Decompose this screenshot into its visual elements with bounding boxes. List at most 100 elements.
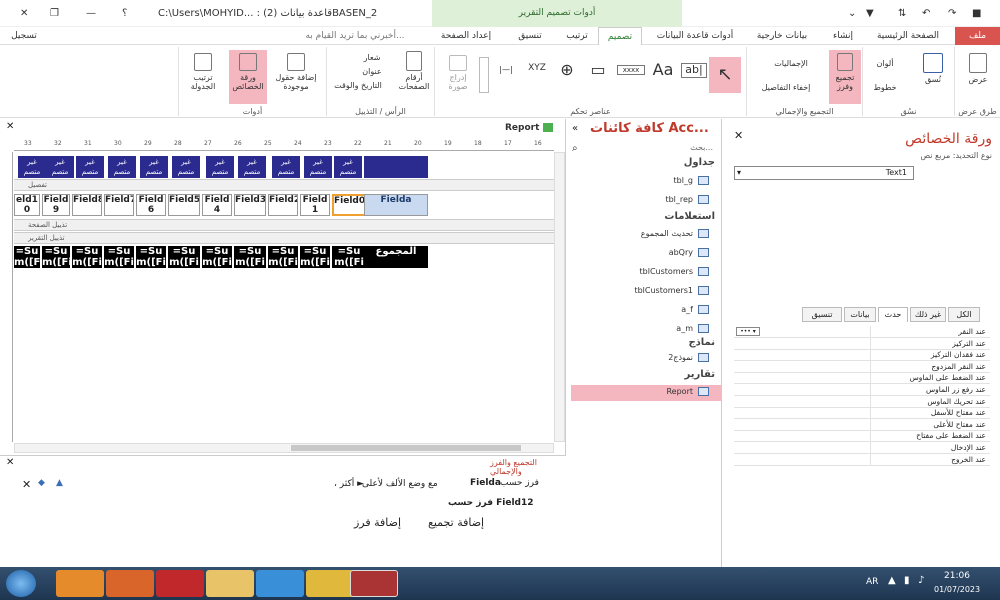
property-tab[interactable]: بيانات: [844, 307, 876, 322]
nav-item[interactable]: a_f: [681, 305, 709, 314]
horizontal-scrollbar[interactable]: [14, 443, 554, 453]
detail-textbox[interactable]: Field 6: [136, 194, 166, 216]
header-label-cell[interactable]: غير متصم: [272, 156, 300, 178]
button-control-button[interactable]: xxxx: [617, 65, 645, 76]
label-control-button[interactable]: Aa: [649, 60, 677, 79]
property-row[interactable]: عند التركيز: [734, 337, 990, 350]
move-up-icon[interactable]: ▲: [56, 478, 63, 488]
detail-textbox[interactable]: Field7: [104, 194, 134, 216]
fonts-button[interactable]: خطوط: [867, 83, 903, 92]
nav-item[interactable]: Report: [666, 387, 709, 396]
header-label-cell[interactable]: غير متصم: [76, 156, 104, 178]
nav-item[interactable]: a_m: [676, 324, 709, 333]
header-label-cell[interactable]: غير متصم: [334, 156, 362, 178]
property-row[interactable]: عند الخروج: [734, 453, 990, 466]
sort-field-dropdown[interactable]: Fielda: [470, 478, 501, 488]
page-numbers-button[interactable]: أرقام الصفحات: [395, 51, 433, 91]
nav-item[interactable]: tblCustomers1: [634, 286, 709, 295]
nav-section-queries[interactable]: استعلامات: [664, 211, 715, 222]
nav-section-tables[interactable]: جداول: [684, 157, 715, 168]
property-row[interactable]: عند فقدان التركيز: [734, 349, 990, 362]
hide-details-button[interactable]: إخفاء التفاصيل: [751, 83, 821, 92]
detail-section-bar[interactable]: تفصيل: [14, 179, 554, 191]
sum-textbox[interactable]: =Su m([Fi: [104, 246, 134, 268]
sort-order-dropdown[interactable]: مع وضع الألف لأعلى: [362, 479, 438, 489]
firefox-icon[interactable]: [106, 570, 154, 597]
tab-design[interactable]: تصميم: [598, 27, 642, 45]
filter-icon[interactable]: ▼: [866, 0, 874, 27]
insert-image-button[interactable]: إدراج صورة: [441, 55, 475, 91]
header-label-cell[interactable]: غير متصم: [140, 156, 168, 178]
close-property-sheet-icon[interactable]: ✕: [734, 129, 743, 142]
more-options-link[interactable]: ، أكثر ►: [334, 479, 364, 489]
minimize-icon[interactable]: —: [86, 0, 96, 27]
tab-format[interactable]: تنسيق: [510, 27, 550, 45]
property-row[interactable]: عند النقر ••• ▾: [734, 326, 990, 338]
save-icon[interactable]: ■: [972, 0, 981, 27]
header-label-cell[interactable]: غير متصم: [304, 156, 332, 178]
property-row[interactable]: عند مفتاح للأعلى: [734, 418, 990, 431]
chart-control-button[interactable]: XYZ: [525, 63, 549, 73]
help-icon[interactable]: ؟: [122, 0, 127, 27]
property-row[interactable]: عند مفتاح للأسفل: [734, 407, 990, 420]
property-tab[interactable]: تنسيق: [802, 307, 842, 322]
network-icon[interactable]: ▮: [904, 575, 910, 586]
sum-textbox[interactable]: =Su m([Fi: [14, 246, 40, 268]
sum-textbox[interactable]: =Su m([Fi: [268, 246, 298, 268]
close-grouping-icon[interactable]: ✕: [6, 457, 14, 468]
detail-textbox[interactable]: Field8: [72, 194, 102, 216]
add-existing-fields-button[interactable]: إضافة حقول موجودة: [271, 53, 321, 91]
sum-textbox[interactable]: =Su m([Fi: [72, 246, 102, 268]
report-footer-section-bar[interactable]: تذييل التقرير: [14, 232, 554, 244]
tab-arrange[interactable]: ترتيب: [560, 27, 594, 45]
nav-item[interactable]: tbl_g: [673, 176, 709, 185]
sort-by-field12[interactable]: فرز حسب Field12: [448, 498, 534, 508]
nav-item[interactable]: نموذج2: [668, 353, 709, 362]
clock-date[interactable]: 01/07/2023: [934, 585, 980, 594]
nav-section-reports[interactable]: تقارير: [685, 369, 715, 380]
hyperlink-control-icon[interactable]: ⊕: [555, 60, 579, 79]
sum-textbox[interactable]: =Su m([Fi: [42, 246, 70, 268]
line-control-icon[interactable]: |—|: [495, 65, 517, 74]
internet-explorer-icon[interactable]: [256, 570, 304, 597]
property-tab[interactable]: غير ذلك: [910, 307, 946, 322]
clock-time[interactable]: 21:06: [944, 571, 970, 581]
header-label-cell[interactable]: غير متصم: [108, 156, 136, 178]
tab-database-tools[interactable]: أدوات قاعدة البيانات: [652, 27, 738, 45]
nav-item[interactable]: تحديث المجموع: [641, 229, 709, 238]
customize-icon[interactable]: ⌄: [848, 0, 856, 27]
date-time-button[interactable]: التاريخ والوقت: [331, 81, 385, 90]
view-button[interactable]: عرض: [959, 53, 997, 84]
property-sheet-button[interactable]: ورقة الخصائص: [229, 50, 267, 104]
tab-order-button[interactable]: ترتيب الجدولة: [183, 53, 223, 91]
property-row[interactable]: عند رفع زر الماوس: [734, 384, 990, 396]
nav-search-input[interactable]: بحث...: [690, 143, 713, 152]
undo-icon[interactable]: ↶: [922, 0, 930, 27]
start-button[interactable]: [6, 570, 36, 597]
property-tab[interactable]: الكل: [948, 307, 980, 322]
tab-home[interactable]: الصفحة الرئيسية: [872, 27, 944, 45]
select-pointer-icon[interactable]: ↖: [709, 57, 741, 93]
tell-me-input[interactable]: أخبرني بما تريد القيام به...: [280, 27, 430, 45]
sum-textbox[interactable]: =Su m([Fi: [168, 246, 200, 268]
property-row[interactable]: عند الإدخال: [734, 442, 990, 454]
detail-textbox[interactable]: Field5: [168, 194, 200, 216]
detail-textbox[interactable]: Fielda: [364, 194, 428, 216]
tab-page-setup[interactable]: إعداد الصفحة: [438, 27, 494, 45]
tray-arrow-icon[interactable]: ▲: [888, 575, 896, 586]
redo-icon[interactable]: ↷: [948, 0, 956, 27]
nav-item[interactable]: tbl_rep: [665, 195, 709, 204]
tab-file[interactable]: ملف: [955, 27, 1000, 45]
language-indicator[interactable]: AR: [866, 577, 878, 587]
report-document-tab[interactable]: Report: [505, 120, 565, 136]
property-row[interactable]: عند النقر المزدوج: [734, 360, 990, 373]
nav-item[interactable]: tblCustomers: [640, 267, 709, 276]
logo-button[interactable]: شعار: [357, 53, 387, 62]
builder-button[interactable]: ••• ▾: [736, 327, 760, 336]
detail-textbox[interactable]: Field3: [234, 194, 266, 216]
sign-in-link[interactable]: تسجيل الدخول: [4, 27, 44, 59]
header-label-cell[interactable]: غير متصم: [238, 156, 266, 178]
tab-create[interactable]: إنشاء: [826, 27, 860, 45]
property-row[interactable]: عند تحريك الماوس: [734, 395, 990, 408]
header-label-cell[interactable]: غير متصم: [206, 156, 234, 178]
